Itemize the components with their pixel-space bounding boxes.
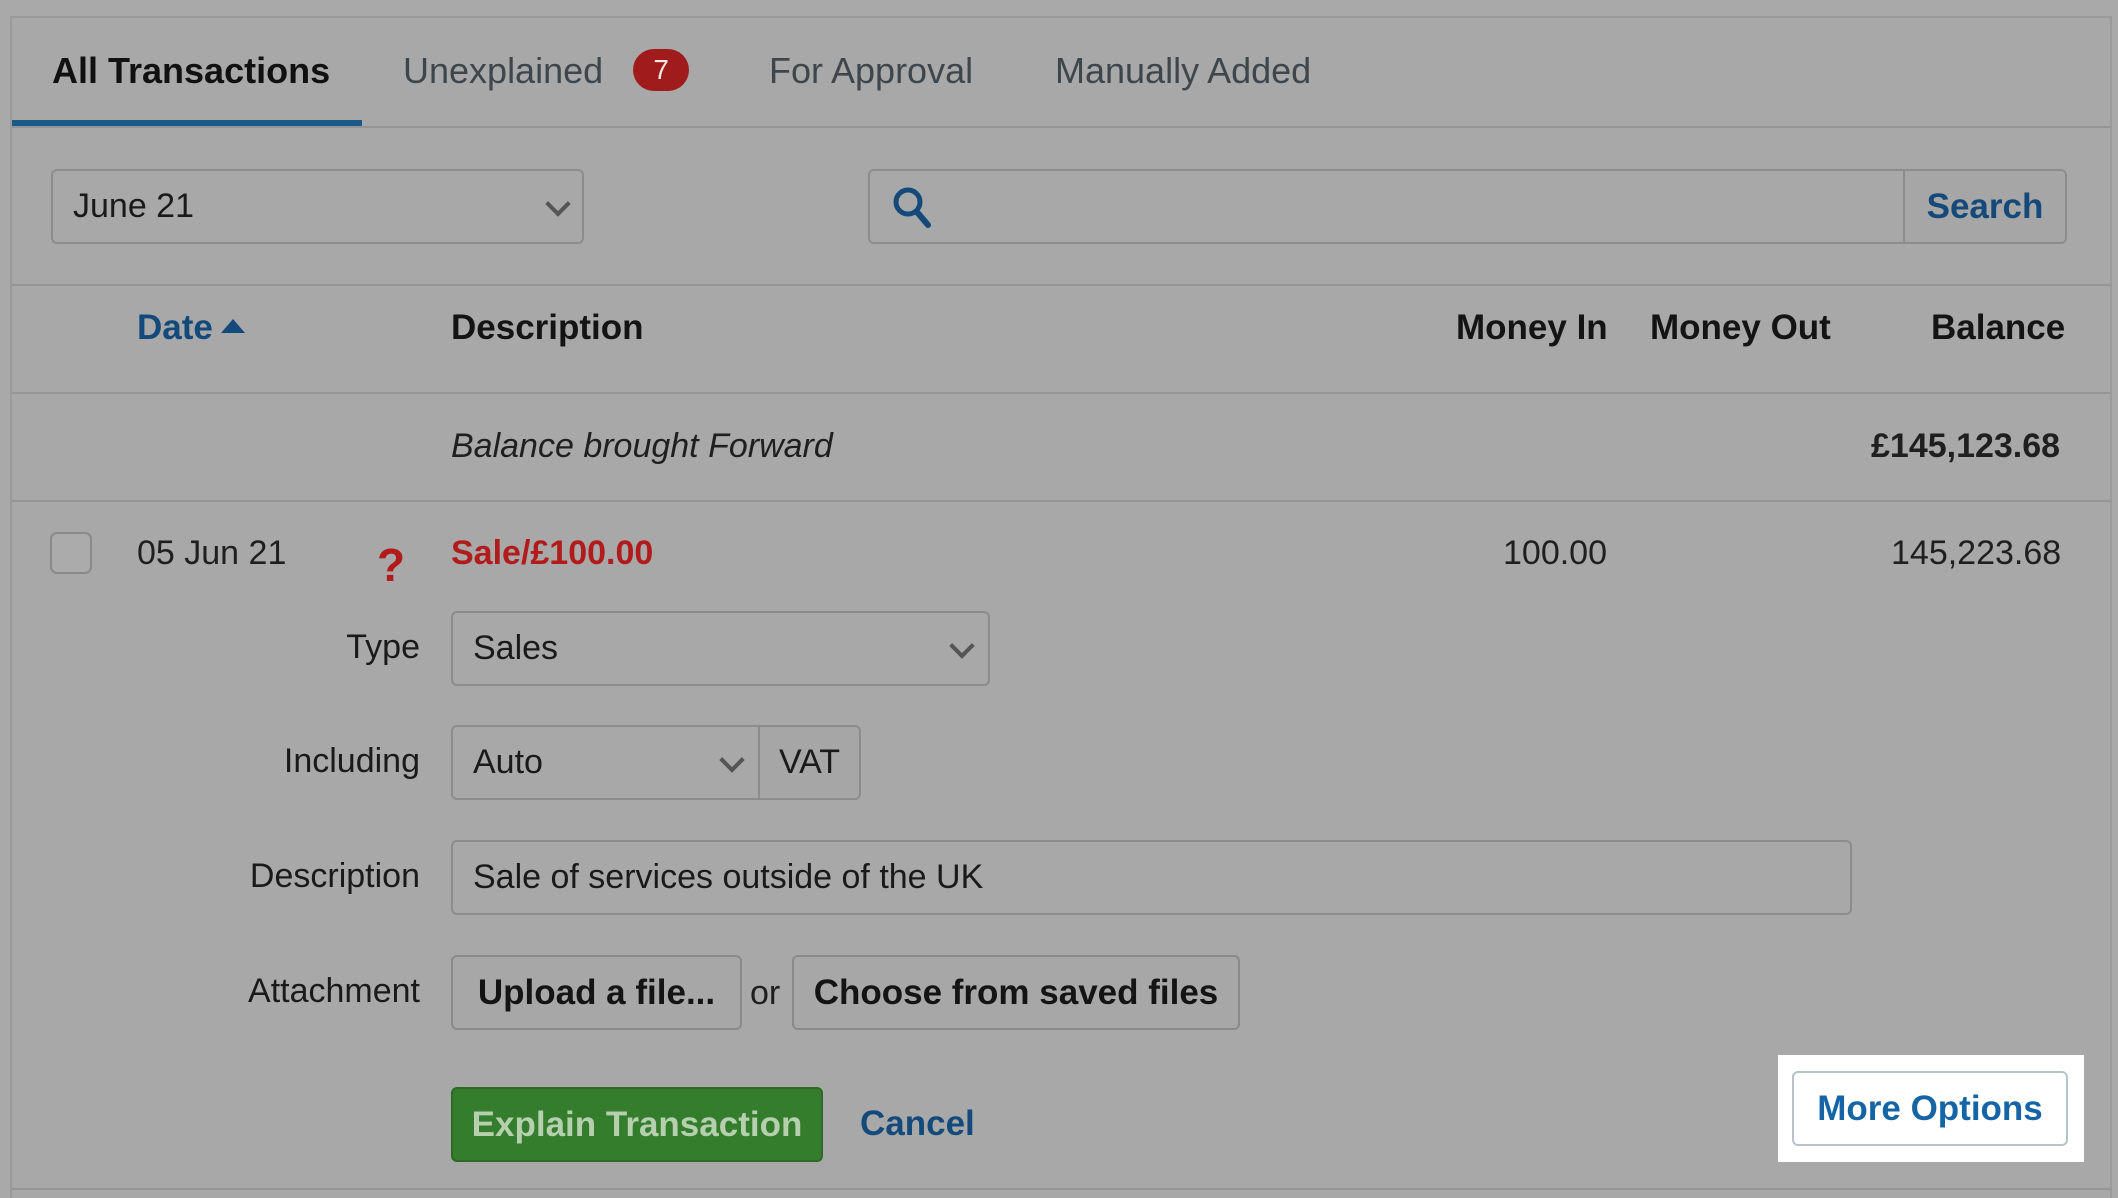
column-header-balance: Balance: [1931, 308, 2066, 347]
period-select-value: June 21: [73, 187, 194, 225]
search-button[interactable]: Search: [1903, 171, 2065, 242]
description-label: Description: [249, 857, 420, 895]
column-header-money-out: Money Out: [1650, 308, 1831, 347]
tab-all-transactions[interactable]: All Transactions: [52, 18, 330, 126]
divider: [12, 1188, 2110, 1190]
transaction-checkbox[interactable]: [50, 532, 92, 574]
sort-ascending-icon: [220, 318, 245, 333]
vat-label: VAT: [778, 743, 841, 781]
transaction-balance: 145,223.68: [1891, 534, 2062, 572]
including-select[interactable]: Auto: [451, 725, 760, 800]
cancel-link[interactable]: Cancel: [860, 1104, 975, 1144]
tab-manually-added[interactable]: Manually Added: [1055, 18, 1311, 126]
description-input[interactable]: Sale of services outside of the UK: [451, 840, 1852, 915]
period-select[interactable]: June 21: [51, 169, 584, 244]
column-header-description: Description: [451, 308, 644, 347]
tab-unexplained[interactable]: Unexplained 7: [403, 18, 690, 126]
tab-label: For Approval: [769, 50, 974, 91]
divider: [12, 284, 2110, 286]
explain-transaction-button[interactable]: Explain Transaction: [451, 1087, 823, 1162]
upload-file-button-label: Upload a file...: [477, 972, 716, 1012]
brought-forward-balance: £145,123.68: [1871, 427, 2061, 465]
active-tab-indicator: [12, 120, 362, 126]
type-label: Type: [346, 628, 420, 666]
vat-addon: VAT: [758, 725, 861, 800]
unexplained-status-icon: ?: [377, 539, 406, 591]
transaction-description[interactable]: Sale/£100.00: [451, 534, 653, 573]
tab-for-approval[interactable]: For Approval: [769, 18, 973, 126]
attachment-label: Attachment: [248, 972, 420, 1010]
unexplained-count-badge: 7: [633, 49, 690, 92]
divider: [12, 500, 2110, 502]
upload-file-button[interactable]: Upload a file...: [451, 955, 742, 1030]
tab-label: Unexplained: [403, 50, 604, 91]
type-select-value: Sales: [473, 629, 559, 667]
description-input-value: Sale of services outside of the UK: [473, 858, 984, 896]
brought-forward-label: Balance brought Forward: [451, 427, 833, 465]
search-icon: [893, 187, 931, 228]
type-select[interactable]: Sales: [451, 611, 990, 686]
column-header-date[interactable]: Date: [137, 308, 245, 348]
or-text: or: [750, 974, 781, 1012]
chevron-down-icon: [545, 191, 571, 217]
including-label: Including: [283, 742, 420, 780]
including-select-value: Auto: [473, 743, 543, 781]
divider: [12, 392, 2110, 394]
more-options-button[interactable]: More Options: [1792, 1071, 2068, 1146]
tab-label: All Transactions: [52, 50, 331, 91]
tab-label: Manually Added: [1055, 50, 1312, 91]
explain-transaction-button-label: Explain Transaction: [471, 1104, 803, 1144]
more-options-button-label: More Options: [1817, 1088, 2043, 1128]
tab-bar: All Transactions Unexplained 7 For Approv…: [12, 18, 2110, 128]
transaction-date: 05 Jun 21: [137, 534, 287, 572]
column-header-date-label: Date: [137, 308, 213, 347]
search-field[interactable]: Search: [868, 169, 2067, 244]
choose-saved-files-button-label: Choose from saved files: [813, 972, 1219, 1012]
chevron-down-icon: [719, 747, 745, 773]
transaction-money-in: 100.00: [1503, 534, 1607, 572]
search-button-label: Search: [1926, 186, 2044, 226]
chevron-down-icon: [949, 633, 975, 659]
column-header-money-in: Money In: [1456, 308, 1608, 347]
transactions-panel: All Transactions Unexplained 7 For Approv…: [10, 16, 2112, 1198]
choose-saved-files-button[interactable]: Choose from saved files: [792, 955, 1240, 1030]
